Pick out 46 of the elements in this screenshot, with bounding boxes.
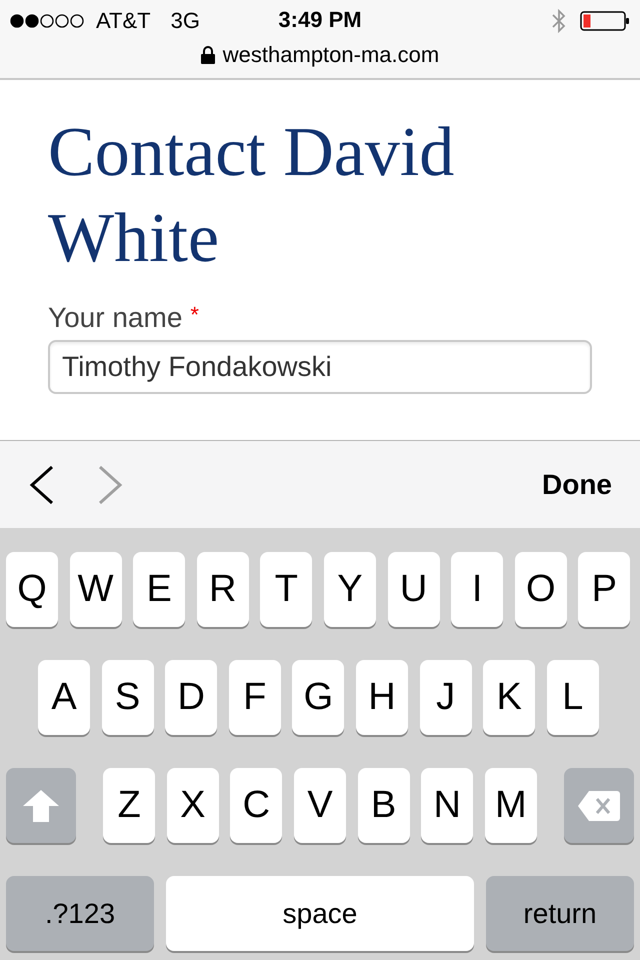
page-heading: Contact David White: [48, 113, 456, 279]
letter-key[interactable]: G: [292, 660, 344, 735]
required-mark: *: [190, 302, 199, 329]
letter-key[interactable]: D: [165, 660, 218, 735]
return-key[interactable]: return: [486, 876, 634, 951]
page-url[interactable]: westhampton-ma.com: [222, 42, 440, 68]
letter-key[interactable]: V: [294, 768, 346, 843]
letter-key[interactable]: I: [451, 552, 504, 627]
shift-arrow-icon: [22, 788, 60, 822]
field-label: Your name: [48, 302, 182, 334]
letter-key[interactable]: T: [260, 552, 312, 627]
clock-time: 3:49 PM: [277, 7, 363, 33]
letter-key[interactable]: Q: [6, 552, 58, 627]
delete-key[interactable]: [564, 768, 634, 843]
letter-key[interactable]: H: [356, 660, 408, 735]
letter-key[interactable]: B: [358, 768, 410, 843]
letter-key[interactable]: R: [196, 552, 249, 627]
letter-key[interactable]: Z: [103, 768, 156, 843]
letter-key[interactable]: K: [483, 660, 536, 735]
bluetooth-icon: [552, 9, 566, 33]
letter-key[interactable]: E: [133, 552, 186, 627]
space-key[interactable]: space: [166, 876, 474, 951]
letter-key[interactable]: J: [420, 660, 472, 735]
lock-icon: [200, 46, 215, 64]
letter-key[interactable]: O: [514, 552, 567, 627]
letter-key[interactable]: M: [484, 768, 537, 843]
previous-field-button[interactable]: [28, 464, 56, 504]
letter-key[interactable]: S: [102, 660, 154, 735]
name-field[interactable]: Timothy Fondakowski: [48, 340, 592, 394]
backspace-icon: [577, 790, 621, 822]
letter-key[interactable]: F: [228, 660, 281, 735]
letter-key[interactable]: U: [388, 552, 440, 627]
numbers-key[interactable]: .?123: [6, 876, 154, 951]
letter-key[interactable]: A: [38, 660, 90, 735]
letter-key[interactable]: X: [166, 768, 219, 843]
letter-key[interactable]: N: [421, 768, 474, 843]
letter-key[interactable]: P: [578, 552, 630, 627]
letter-key[interactable]: Y: [324, 552, 376, 627]
battery-icon: [580, 10, 630, 32]
letter-key[interactable]: L: [546, 660, 599, 735]
done-button[interactable]: Done: [536, 468, 618, 502]
letter-key[interactable]: C: [230, 768, 282, 843]
letter-key[interactable]: W: [70, 552, 122, 627]
shift-key[interactable]: [6, 768, 76, 843]
carrier-name: AT&T: [96, 8, 151, 34]
network-type: 3G: [170, 8, 200, 34]
